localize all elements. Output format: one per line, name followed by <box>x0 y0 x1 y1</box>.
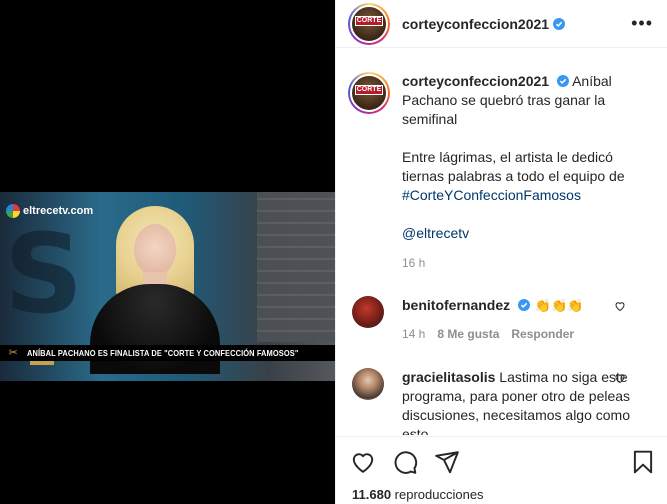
sewing-machine-icon: ✂ <box>8 347 18 359</box>
background-decoration: S <box>4 210 83 338</box>
comment-item: benitofernandez 👏👏👏 14 h 8 Me gusta Resp… <box>336 296 650 344</box>
channel-logo-text: eltrecetv.com <box>23 205 94 217</box>
comment-item: gracielitasolis Lastima no siga este pro… <box>336 368 650 435</box>
comment-time[interactable]: 14 h <box>402 325 425 344</box>
post-media[interactable]: S eltrecetv.com ✂ ANÍBAL PACHANO ES FINA… <box>0 0 335 504</box>
lower-third-accent <box>30 361 54 365</box>
caption-line2: Entre lágrimas, el artista le dedicó tie… <box>402 149 625 184</box>
comment-likes[interactable]: 8 Me gusta <box>437 325 499 344</box>
view-count-label: reproducciones <box>394 487 484 502</box>
like-icon[interactable] <box>350 449 376 475</box>
comment-username[interactable]: benitofernandez <box>402 297 510 313</box>
hashtag-link[interactable]: #CorteYConfeccionFamosos <box>402 187 581 203</box>
bookmark-icon[interactable] <box>630 449 656 475</box>
post-sidebar: CORTE corteyconfeccion2021 ••• CORTE cor… <box>335 0 667 504</box>
comment-avatar[interactable] <box>352 296 384 328</box>
video-player[interactable]: S eltrecetv.com ✂ ANÍBAL PACHANO ES FINA… <box>0 192 335 381</box>
view-count[interactable]: 11.680 reproducciones <box>336 475 667 502</box>
mention-link[interactable]: @eltrecetv <box>402 225 469 241</box>
verified-icon <box>518 299 531 311</box>
post-actions: 11.680 reproducciones <box>336 436 667 504</box>
share-icon[interactable] <box>434 449 460 475</box>
comment-username[interactable]: gracielitasolis <box>402 369 495 385</box>
header-username[interactable]: corteyconfeccion2021 <box>402 16 549 32</box>
avatar[interactable]: CORTE <box>348 2 390 45</box>
post-caption: CORTE corteyconfeccion2021 Aníbal Pachan… <box>336 72 667 273</box>
caption-avatar[interactable]: CORTE <box>348 72 390 114</box>
comment-like-icon[interactable] <box>614 300 626 312</box>
comments-list[interactable]: CORTE corteyconfeccion2021 Aníbal Pachan… <box>336 72 667 435</box>
comment-text: 👏👏👏 <box>534 298 584 313</box>
avatar-brand-text: CORTE <box>355 15 383 26</box>
verified-icon <box>553 17 566 30</box>
background-wall <box>257 192 335 342</box>
comment-like-icon[interactable] <box>614 372 626 384</box>
reply-button[interactable]: Responder <box>511 325 574 344</box>
video-subject <box>90 206 220 374</box>
caption-time[interactable]: 16 h <box>402 254 652 273</box>
more-options-icon[interactable]: ••• <box>631 13 653 34</box>
comment-meta: 14 h 8 Me gusta Responder <box>402 325 634 344</box>
channel-logo: eltrecetv.com <box>6 204 93 218</box>
comment-avatar[interactable] <box>352 368 384 400</box>
channel-logo-icon <box>6 204 20 218</box>
lower-third-text: ANÍBAL PACHANO ES FINALISTA DE "CORTE Y … <box>26 348 298 358</box>
view-count-number: 11.680 <box>352 487 392 502</box>
caption-text: corteyconfeccion2021 Aníbal Pachano se q… <box>402 72 652 273</box>
post-header: CORTE corteyconfeccion2021 ••• <box>336 0 667 48</box>
comment-icon[interactable] <box>392 449 418 475</box>
lower-third-banner: ✂ ANÍBAL PACHANO ES FINALISTA DE "CORTE … <box>0 345 335 361</box>
caption-username[interactable]: corteyconfeccion2021 <box>402 73 549 89</box>
verified-icon <box>556 75 569 87</box>
avatar-brand-text: CORTE <box>355 85 383 95</box>
